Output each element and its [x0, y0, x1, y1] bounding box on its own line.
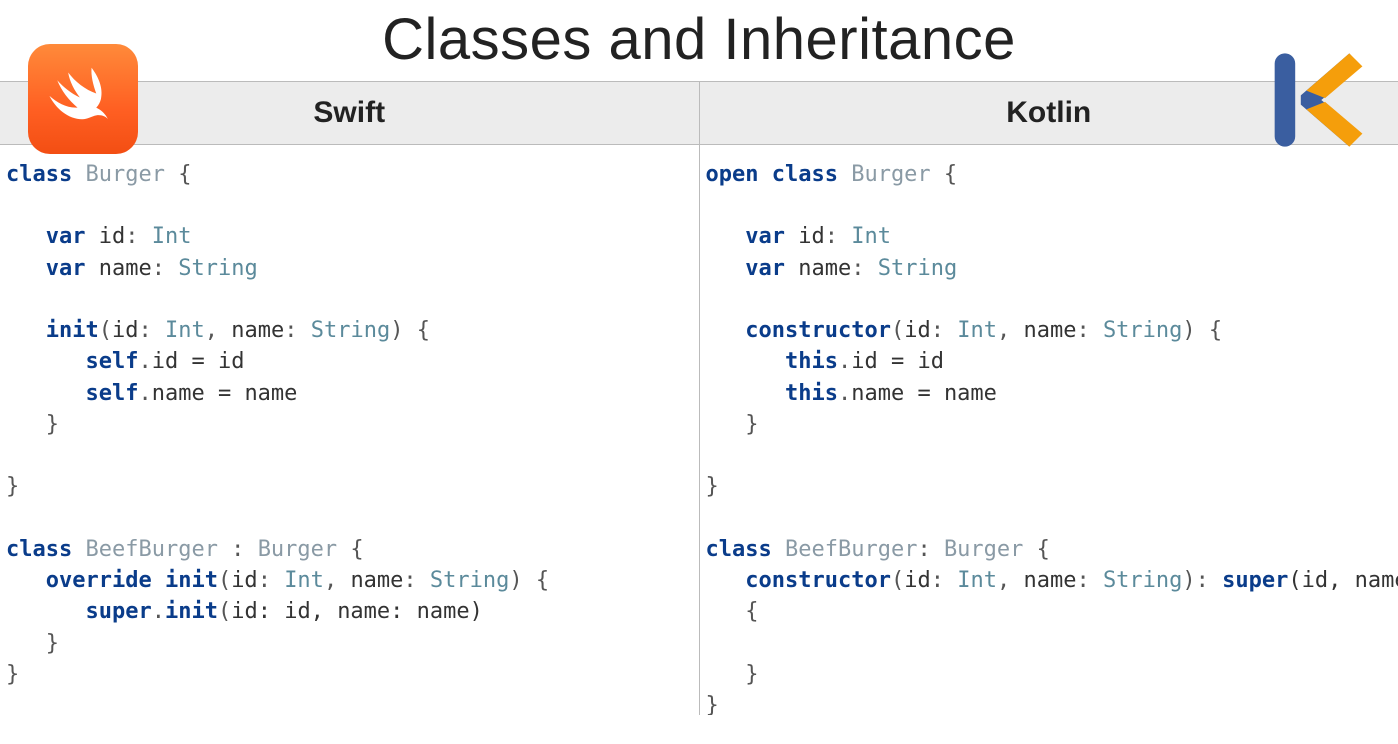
swift-logo-icon: [28, 44, 138, 154]
column-headers: Swift Kotlin: [0, 81, 1398, 145]
kotlin-logo-icon: [1256, 44, 1368, 156]
page-title: Classes and Inheritance: [0, 0, 1398, 81]
kotlin-code-cell: open class Burger { var id: Int var name…: [700, 145, 1398, 715]
swift-code-cell: class Burger { var id: Int var name: Str…: [0, 145, 700, 715]
swift-code-block: class Burger { var id: Int var name: Str…: [6, 159, 699, 715]
code-comparison-row: class Burger { var id: Int var name: Str…: [0, 145, 1398, 715]
kotlin-code-block: open class Burger { var id: Int var name…: [706, 159, 1398, 715]
